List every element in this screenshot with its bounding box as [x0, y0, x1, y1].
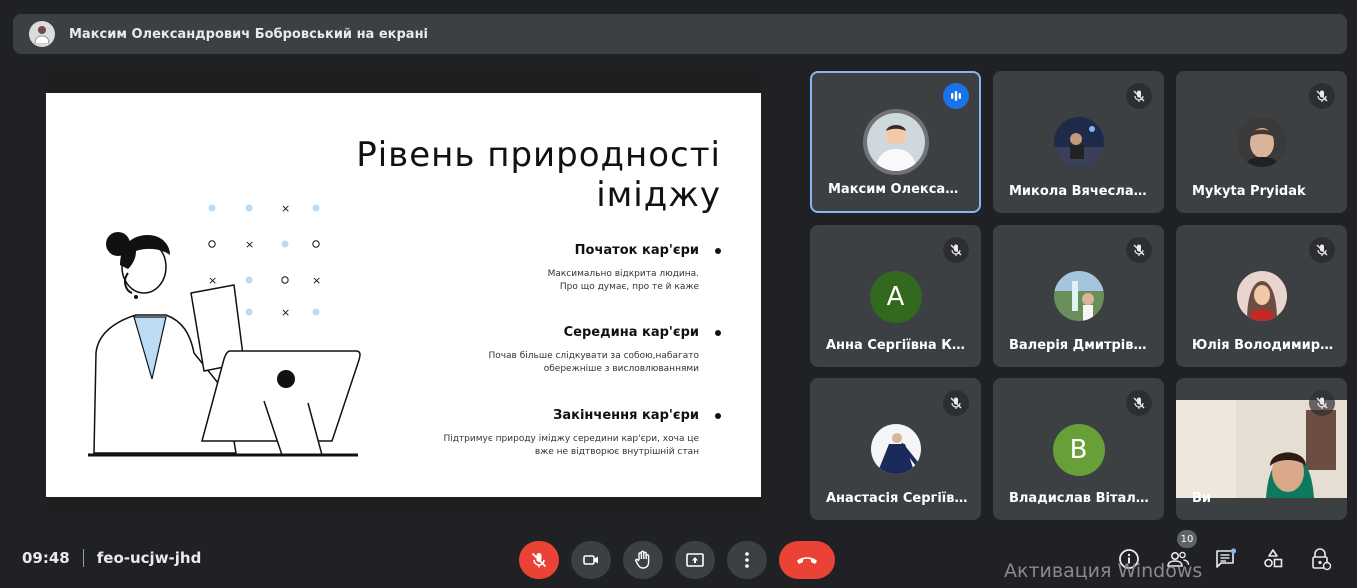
slide-item-desc: Почав більше слідкувати за собою,набагат…: [401, 350, 721, 376]
presenter-avatar: [29, 21, 55, 47]
svg-text:×: ×: [281, 202, 290, 215]
activities-button[interactable]: [1259, 545, 1287, 573]
activities-icon: [1264, 549, 1283, 568]
svg-text:×: ×: [281, 306, 290, 319]
participant-tile-self[interactable]: Ви: [1176, 378, 1347, 520]
participant-tile[interactable]: Анастасія Сергіївн…: [810, 378, 981, 520]
participant-avatar-letter: B: [1052, 424, 1105, 476]
mic-off-icon: [531, 552, 547, 568]
slide-title-line-1: Рівень природності: [356, 135, 721, 175]
participant-name: Ви: [1192, 491, 1212, 506]
participant-tile-presenter[interactable]: Максим Олександ…: [810, 71, 981, 213]
more-options-button[interactable]: [727, 541, 767, 579]
participant-tile[interactable]: Юлія Володимирі…: [1176, 225, 1347, 367]
presenter-banner-text: Максим Олександрович Бобровський на екра…: [69, 26, 429, 42]
mic-off-icon: [943, 237, 969, 263]
desc-line: Про що думає, про те й каже: [559, 282, 699, 292]
participant-avatar: [870, 424, 921, 474]
speaking-indicator-icon: [943, 83, 969, 109]
desc-line: Підтримує природу іміджу середини кар'єр…: [443, 434, 699, 444]
participant-name: Микола Вячеслав…: [1009, 184, 1152, 199]
slide-item-heading: Середина кар'єри: [401, 325, 721, 340]
participant-name: Владислав Віталій…: [1009, 491, 1152, 506]
slide-item-end: Закінчення кар'єри Підтримує природу імі…: [401, 408, 721, 459]
person-icon: [34, 26, 50, 44]
chat-button[interactable]: [1211, 545, 1239, 573]
raise-hand-button[interactable]: [623, 541, 663, 579]
participant-name: Mykyta Pryidak: [1192, 184, 1306, 199]
separator: [82, 549, 84, 567]
mic-off-icon: [1126, 237, 1152, 263]
meeting-info: 09:48 feo-ucjw-jhd: [22, 549, 201, 567]
mic-off-icon: [1309, 83, 1335, 109]
svg-text:×: ×: [245, 238, 254, 251]
slide-item-start: Початок кар'єри Максимально відкрита люд…: [401, 243, 721, 294]
participant-tile[interactable]: Микола Вячеслав…: [993, 71, 1164, 213]
woman-at-computer-illustration: × × × × ×: [88, 202, 361, 457]
participant-avatar: [1236, 117, 1287, 167]
participant-avatar-letter: A: [869, 271, 922, 323]
mic-off-icon: [1309, 237, 1335, 263]
host-controls-button[interactable]: [1307, 545, 1335, 573]
mic-off-icon: [1126, 83, 1152, 109]
participant-tile[interactable]: A Анна Сергіївна Ко…: [810, 225, 981, 367]
present-icon: [686, 553, 704, 567]
participant-tile[interactable]: Mykyta Pryidak: [1176, 71, 1347, 213]
slide-title: Рівень природності іміджу: [341, 135, 721, 215]
raise-hand-icon: [635, 550, 650, 569]
chat-icon: [1216, 548, 1236, 568]
presenter-banner: Максим Олександрович Бобровський на екра…: [13, 14, 1347, 54]
host-controls-icon: [1312, 548, 1332, 571]
participant-avatar: [862, 109, 929, 175]
meeting-time: 09:48: [22, 549, 70, 567]
participant-avatar: [1053, 271, 1104, 321]
desc-line: Максимально відкрита людина.: [547, 269, 699, 279]
slide-item-heading: Закінчення кар'єри: [401, 408, 721, 423]
shared-screen: Рівень природності іміджу Початок кар'єр…: [46, 72, 761, 518]
end-call-icon: [797, 557, 817, 564]
participant-name: Анастасія Сергіївн…: [826, 491, 969, 506]
windows-activation-watermark: Активация Windows: [1004, 560, 1203, 582]
desc-line: вже не відтворює внутрішній стан: [534, 447, 699, 457]
people-count-badge: 10: [1177, 530, 1197, 548]
participant-name: Юлія Володимирі…: [1192, 338, 1335, 353]
mic-off-icon: [943, 390, 969, 416]
slide-item-desc: Підтримує природу іміджу середини кар'єр…: [401, 433, 721, 459]
present-now-button[interactable]: [675, 541, 715, 579]
desc-line: обережніше з висловлюваннями: [543, 364, 699, 374]
svg-text:×: ×: [312, 274, 321, 287]
slide-item-heading: Початок кар'єри: [401, 243, 721, 258]
mic-off-icon: [1126, 390, 1152, 416]
participant-name: Анна Сергіївна Ко…: [826, 338, 969, 353]
presentation-slide: Рівень природності іміджу Початок кар'єр…: [46, 93, 761, 497]
slide-item-desc: Максимально відкрита людина. Про що дума…: [401, 268, 721, 294]
camera-icon: [583, 555, 598, 565]
participant-avatar: [1236, 271, 1287, 321]
slide-title-line-2: іміджу: [596, 175, 721, 215]
slide-item-middle: Середина кар'єри Почав більше слідкувати…: [401, 325, 721, 376]
participant-tile[interactable]: B Владислав Віталій…: [993, 378, 1164, 520]
meeting-code[interactable]: feo-ucjw-jhd: [97, 549, 202, 567]
participant-name: Максим Олександ…: [828, 182, 967, 197]
mic-off-icon: [1309, 390, 1335, 416]
leave-call-button[interactable]: [779, 541, 835, 579]
svg-text:×: ×: [208, 274, 217, 287]
more-icon: [745, 552, 749, 568]
camera-toggle-button[interactable]: [571, 541, 611, 579]
microphone-toggle-button[interactable]: [519, 541, 559, 579]
participant-name: Валерія Дмитрівн…: [1009, 338, 1152, 353]
participant-avatar: [1053, 117, 1104, 167]
desc-line: Почав більше слідкувати за собою,набагат…: [488, 351, 699, 361]
participant-tile[interactable]: Валерія Дмитрівн…: [993, 225, 1164, 367]
